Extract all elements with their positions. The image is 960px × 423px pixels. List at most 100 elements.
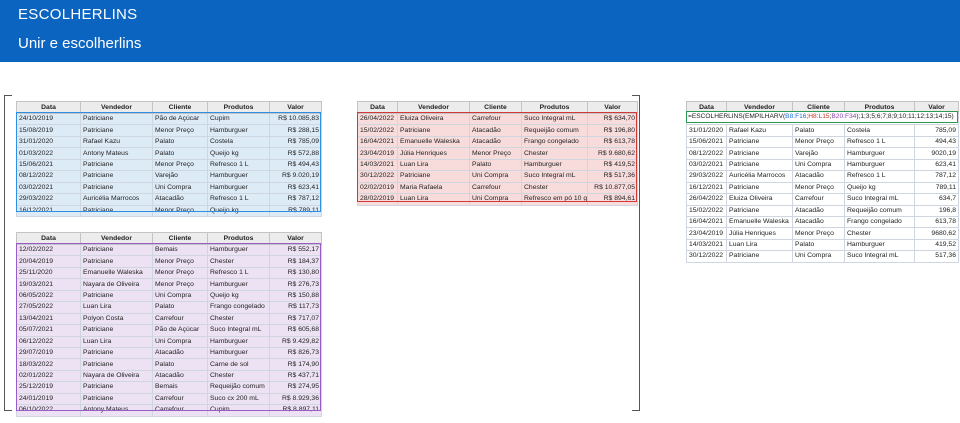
column-header-client[interactable]: Cliente (152, 232, 208, 245)
cell-product[interactable]: Chester (207, 255, 270, 268)
cell-value[interactable]: R$ 572,88 (269, 147, 322, 160)
column-header-seller[interactable]: Vendedor (397, 101, 470, 114)
cell-seller[interactable]: Patriciane (397, 170, 470, 183)
cell-product[interactable]: Suco Integral mL (844, 193, 915, 206)
cell-date[interactable]: 29/03/2022 (686, 170, 727, 183)
cell-date[interactable]: 15/02/2022 (686, 204, 727, 217)
cell-product[interactable]: Refresco 1 L (207, 193, 270, 206)
cell-seller[interactable]: Nayara de Oliveira (80, 369, 153, 383)
cell-client[interactable]: Atacadão (792, 204, 845, 217)
cell-date[interactable]: 02/02/2019 (357, 181, 398, 195)
cell-client[interactable]: Atacadão (152, 193, 208, 206)
cell-seller[interactable]: Rafael Kazu (726, 124, 793, 137)
cell-client[interactable]: Menor Preço (152, 266, 208, 280)
column-header-product[interactable]: Produtos (207, 232, 270, 245)
cell-client[interactable]: Palato (152, 147, 208, 160)
cell-value[interactable]: R$ 826,73 (269, 346, 322, 360)
cell-value[interactable]: 9680,62 (914, 227, 959, 240)
cell-value[interactable]: 494,43 (914, 135, 959, 149)
cell-product[interactable]: Queijo kg (207, 147, 270, 160)
cell-seller[interactable]: Patriciane (397, 124, 470, 137)
cell-client[interactable]: Palato (152, 358, 208, 371)
cell-product[interactable]: Suco Integral mL (521, 112, 588, 126)
cell-client[interactable]: Uni Compra (152, 335, 208, 348)
cell-client[interactable]: Palato (152, 135, 208, 149)
cell-client[interactable]: Bemais (152, 243, 208, 257)
cell-client[interactable]: Menor Preço (792, 181, 845, 195)
cell-value[interactable]: R$ 8.929,36 (269, 392, 322, 406)
cell-product[interactable]: Chester (521, 147, 588, 160)
cell-seller[interactable]: Eluiza Oliveira (397, 112, 470, 126)
cell-date[interactable]: 01/03/2022 (16, 147, 81, 160)
column-header-product[interactable]: Produtos (207, 101, 270, 114)
cell-value[interactable]: 9020,19 (914, 147, 959, 160)
cell-client[interactable]: Palato (792, 238, 845, 252)
cell-seller[interactable]: Luan Lira (80, 335, 153, 348)
cell-seller[interactable]: Patriciane (80, 170, 153, 183)
cell-value[interactable]: R$ 10.877,05 (587, 181, 638, 195)
cell-product[interactable]: Chester (207, 312, 270, 326)
cell-value[interactable]: R$ 494,43 (269, 158, 322, 172)
cell-seller[interactable]: Patriciane (80, 289, 153, 303)
cell-seller[interactable]: Auricélia Marrocos (726, 170, 793, 183)
cell-product[interactable]: Refresco 1 L (207, 158, 270, 172)
cell-client[interactable]: Bemais (152, 381, 208, 394)
cell-client[interactable]: Menor Preço (152, 255, 208, 268)
cell-product[interactable]: Requeijão comum (844, 204, 915, 217)
cell-seller[interactable]: Antony Mateus (80, 404, 153, 417)
cell-product[interactable]: Hamburguer (844, 147, 915, 160)
cell-date[interactable]: 15/02/2022 (357, 124, 398, 137)
cell-seller[interactable]: Patriciane (726, 147, 793, 160)
cell-date[interactable]: 20/04/2019 (16, 255, 81, 268)
cell-value[interactable]: R$ 517,36 (587, 170, 638, 183)
cell-value[interactable]: R$ 785,09 (269, 135, 322, 149)
cell-product[interactable]: Queijo kg (844, 181, 915, 195)
column-header-client[interactable]: Cliente (469, 101, 522, 114)
cell-value[interactable]: R$ 9.020,19 (269, 170, 322, 183)
cell-client[interactable]: Atacadão (152, 369, 208, 383)
cell-client[interactable]: Uni Compra (152, 181, 208, 195)
cell-client[interactable]: Varejão (152, 170, 208, 183)
cell-seller[interactable]: Emanuelle Waleska (397, 135, 470, 149)
column-header-date[interactable]: Data (16, 101, 81, 114)
cell-value[interactable]: R$ 9.680,62 (587, 147, 638, 160)
cell-seller[interactable]: Patriciane (726, 135, 793, 149)
cell-value[interactable]: R$ 787,12 (269, 193, 322, 206)
cell-product[interactable]: Hamburguer (844, 158, 915, 172)
cell-date[interactable]: 26/04/2022 (686, 193, 727, 206)
cell-client[interactable]: Menor Preço (152, 278, 208, 291)
cell-client[interactable]: Uni Compra (469, 193, 522, 206)
cell-date[interactable]: 08/12/2022 (16, 170, 81, 183)
cell-seller[interactable]: Patriciane (80, 324, 153, 337)
cell-client[interactable]: Atacadão (792, 215, 845, 229)
cell-date[interactable]: 08/12/2022 (686, 147, 727, 160)
cell-date[interactable]: 23/04/2019 (686, 227, 727, 240)
cell-product[interactable]: Hamburguer (207, 124, 270, 137)
cell-seller[interactable]: Antony Mateus (80, 147, 153, 160)
cell-client[interactable]: Uni Compra (469, 170, 522, 183)
cell-product[interactable]: Cupim (207, 404, 270, 417)
cell-date[interactable]: 03/02/2021 (686, 158, 727, 172)
cell-value[interactable]: 517,36 (914, 250, 959, 263)
cell-seller[interactable]: Patriciane (80, 204, 153, 217)
cell-product[interactable]: Suco Integral mL (844, 250, 915, 263)
cell-product[interactable]: Hamburguer (207, 346, 270, 360)
cell-client[interactable]: Palato (152, 301, 208, 314)
cell-product[interactable]: Frango congelado (521, 135, 588, 149)
cell-date[interactable]: 15/08/2019 (16, 124, 81, 137)
cell-client[interactable]: Menor Preço (152, 124, 208, 137)
cell-date[interactable]: 06/05/2022 (16, 289, 81, 303)
cell-seller[interactable]: Maria Rafaela (397, 181, 470, 195)
cell-seller[interactable]: Luan Lira (726, 238, 793, 252)
cell-client[interactable]: Varejão (792, 147, 845, 160)
cell-seller[interactable]: Patriciane (80, 243, 153, 257)
cell-value[interactable]: 623,41 (914, 158, 959, 172)
cell-client[interactable]: Palato (469, 158, 522, 172)
cell-client[interactable]: Atacadão (469, 135, 522, 149)
cell-product[interactable]: Cupim (207, 112, 270, 126)
cell-seller[interactable]: Patriciane (726, 181, 793, 195)
cell-client[interactable]: Menor Preço (792, 135, 845, 149)
cell-value[interactable]: R$ 196,80 (587, 124, 638, 137)
cell-value[interactable]: R$ 789,11 (269, 204, 322, 217)
cell-seller[interactable]: Patriciane (726, 204, 793, 217)
